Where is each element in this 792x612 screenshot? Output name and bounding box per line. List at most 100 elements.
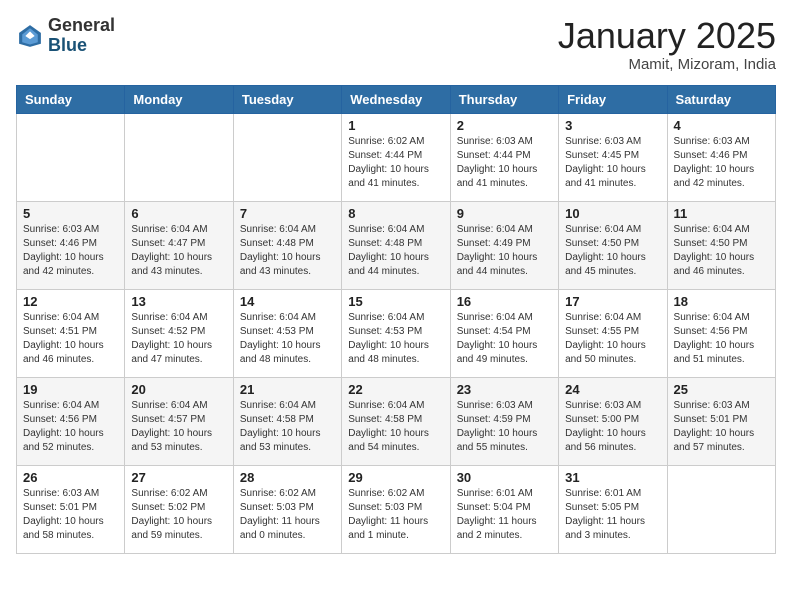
calendar-cell: 19Sunrise: 6:04 AM Sunset: 4:56 PM Dayli… (17, 377, 125, 465)
day-number: 1 (348, 118, 443, 133)
day-number: 15 (348, 294, 443, 309)
day-info: Sunrise: 6:04 AM Sunset: 4:49 PM Dayligh… (457, 223, 552, 279)
calendar-cell: 8 Sunrise: 6:04 AM Sunset: 4:48 PM Daylig… (342, 201, 450, 289)
calendar-cell: 14Sunrise: 6:04 AM Sunset: 4:53 PM Dayli… (233, 289, 341, 377)
calendar-cell: 18 Sunrise: 6:04 AM Sunset: 4:56 PM Dayli… (667, 289, 775, 377)
calendar-cell: 26 Sunrise: 6:03 AM Sunset: 5:01 PM Dayli… (17, 465, 125, 553)
day-info: Sunrise: 6:03 AM Sunset: 4:45 PM Dayligh… (565, 135, 660, 191)
calendar-cell: 15 Sunrise: 6:04 AM Sunset: 4:53 PM Dayli… (342, 289, 450, 377)
day-info: Sunrise: 6:04 AM Sunset: 4:58 PM Dayligh… (348, 399, 443, 455)
day-info: Sunrise: 6:03 AM Sunset: 5:00 PM Dayligh… (565, 399, 660, 455)
day-info: Sunrise: 6:04 AM Sunset: 4:52 PM Dayligh… (131, 311, 226, 367)
day-number: 27 (131, 470, 226, 485)
calendar-cell (17, 113, 125, 201)
day-number: 11 (674, 206, 769, 221)
calendar-cell: 4Sunrise: 6:03 AM Sunset: 4:46 PM Daylig… (667, 113, 775, 201)
day-info: Sunrise: 6:02 AM Sunset: 5:03 PM Dayligh… (348, 487, 443, 543)
day-info: Sunrise: 6:04 AM Sunset: 4:54 PM Dayligh… (457, 311, 552, 367)
day-number: 26 (23, 470, 118, 485)
column-header-tuesday: Tuesday (233, 85, 341, 113)
day-info: Sunrise: 6:04 AM Sunset: 4:53 PM Dayligh… (348, 311, 443, 367)
day-info: Sunrise: 6:04 AM Sunset: 4:58 PM Dayligh… (240, 399, 335, 455)
logo: General Blue (16, 16, 115, 56)
day-info: Sunrise: 6:03 AM Sunset: 4:46 PM Dayligh… (674, 135, 769, 191)
day-info: Sunrise: 6:04 AM Sunset: 4:50 PM Dayligh… (674, 223, 769, 279)
day-number: 23 (457, 382, 552, 397)
day-info: Sunrise: 6:01 AM Sunset: 5:04 PM Dayligh… (457, 487, 552, 543)
day-number: 12 (23, 294, 118, 309)
day-info: Sunrise: 6:04 AM Sunset: 4:56 PM Dayligh… (23, 399, 118, 455)
calendar-cell: 25Sunrise: 6:03 AM Sunset: 5:01 PM Dayli… (667, 377, 775, 465)
calendar-cell: 12 Sunrise: 6:04 AM Sunset: 4:51 PM Dayli… (17, 289, 125, 377)
calendar-cell: 3 Sunrise: 6:03 AM Sunset: 4:45 PM Daylig… (559, 113, 667, 201)
calendar-week-row: 26 Sunrise: 6:03 AM Sunset: 5:01 PM Dayli… (17, 465, 776, 553)
day-number: 28 (240, 470, 335, 485)
title-block: January 2025 Mamit, Mizoram, India (558, 16, 776, 73)
day-number: 29 (348, 470, 443, 485)
calendar-cell: 29 Sunrise: 6:02 AM Sunset: 5:03 PM Dayli… (342, 465, 450, 553)
day-number: 8 (348, 206, 443, 221)
column-header-monday: Monday (125, 85, 233, 113)
day-info: Sunrise: 6:03 AM Sunset: 4:59 PM Dayligh… (457, 399, 552, 455)
day-info: Sunrise: 6:04 AM Sunset: 4:48 PM Dayligh… (240, 223, 335, 279)
day-info: Sunrise: 6:02 AM Sunset: 5:02 PM Dayligh… (131, 487, 226, 543)
day-info: Sunrise: 6:04 AM Sunset: 4:47 PM Dayligh… (131, 223, 226, 279)
calendar-cell: 16Sunrise: 6:04 AM Sunset: 4:54 PM Dayli… (450, 289, 558, 377)
day-number: 17 (565, 294, 660, 309)
calendar-cell: 1 Sunrise: 6:02 AM Sunset: 4:44 PM Daylig… (342, 113, 450, 201)
day-number: 5 (23, 206, 118, 221)
calendar-cell: 22 Sunrise: 6:04 AM Sunset: 4:58 PM Dayli… (342, 377, 450, 465)
day-number: 10 (565, 206, 660, 221)
day-number: 2 (457, 118, 552, 133)
calendar-cell: 24 Sunrise: 6:03 AM Sunset: 5:00 PM Dayli… (559, 377, 667, 465)
day-number: 25 (674, 382, 769, 397)
calendar-cell: 13Sunrise: 6:04 AM Sunset: 4:52 PM Dayli… (125, 289, 233, 377)
calendar-cell: 2Sunrise: 6:03 AM Sunset: 4:44 PM Daylig… (450, 113, 558, 201)
calendar-week-row: 12 Sunrise: 6:04 AM Sunset: 4:51 PM Dayli… (17, 289, 776, 377)
logo-icon (16, 22, 44, 50)
day-info: Sunrise: 6:03 AM Sunset: 5:01 PM Dayligh… (23, 487, 118, 543)
day-number: 22 (348, 382, 443, 397)
calendar-cell: 21 Sunrise: 6:04 AM Sunset: 4:58 PM Dayli… (233, 377, 341, 465)
calendar-week-row: 1 Sunrise: 6:02 AM Sunset: 4:44 PM Daylig… (17, 113, 776, 201)
column-header-wednesday: Wednesday (342, 85, 450, 113)
day-info: Sunrise: 6:04 AM Sunset: 4:48 PM Dayligh… (348, 223, 443, 279)
day-info: Sunrise: 6:04 AM Sunset: 4:50 PM Dayligh… (565, 223, 660, 279)
day-number: 21 (240, 382, 335, 397)
calendar-cell: 28 Sunrise: 6:02 AM Sunset: 5:03 PM Dayli… (233, 465, 341, 553)
day-info: Sunrise: 6:02 AM Sunset: 5:03 PM Dayligh… (240, 487, 335, 543)
day-info: Sunrise: 6:01 AM Sunset: 5:05 PM Dayligh… (565, 487, 660, 543)
day-number: 20 (131, 382, 226, 397)
calendar-cell: 10 Sunrise: 6:04 AM Sunset: 4:50 PM Dayli… (559, 201, 667, 289)
page-header: General Blue January 2025 Mamit, Mizoram… (16, 16, 776, 73)
day-number: 18 (674, 294, 769, 309)
calendar-cell: 7 Sunrise: 6:04 AM Sunset: 4:48 PM Daylig… (233, 201, 341, 289)
day-number: 9 (457, 206, 552, 221)
day-info: Sunrise: 6:02 AM Sunset: 4:44 PM Dayligh… (348, 135, 443, 191)
calendar-cell: 11 Sunrise: 6:04 AM Sunset: 4:50 PM Dayli… (667, 201, 775, 289)
day-number: 3 (565, 118, 660, 133)
calendar-cell: 17 Sunrise: 6:04 AM Sunset: 4:55 PM Dayli… (559, 289, 667, 377)
calendar-cell (667, 465, 775, 553)
calendar-header-row: SundayMondayTuesdayWednesdayThursdayFrid… (17, 85, 776, 113)
day-number: 7 (240, 206, 335, 221)
day-info: Sunrise: 6:04 AM Sunset: 4:55 PM Dayligh… (565, 311, 660, 367)
calendar-cell (233, 113, 341, 201)
calendar-cell (125, 113, 233, 201)
day-number: 6 (131, 206, 226, 221)
logo-text: General Blue (48, 16, 115, 56)
day-info: Sunrise: 6:04 AM Sunset: 4:56 PM Dayligh… (674, 311, 769, 367)
calendar-cell: 27 Sunrise: 6:02 AM Sunset: 5:02 PM Dayli… (125, 465, 233, 553)
day-number: 24 (565, 382, 660, 397)
day-info: Sunrise: 6:04 AM Sunset: 4:51 PM Dayligh… (23, 311, 118, 367)
calendar-cell: 9 Sunrise: 6:04 AM Sunset: 4:49 PM Daylig… (450, 201, 558, 289)
calendar-cell: 20Sunrise: 6:04 AM Sunset: 4:57 PM Dayli… (125, 377, 233, 465)
day-info: Sunrise: 6:04 AM Sunset: 4:53 PM Dayligh… (240, 311, 335, 367)
day-number: 31 (565, 470, 660, 485)
calendar-table: SundayMondayTuesdayWednesdayThursdayFrid… (16, 85, 776, 554)
calendar-cell: 23 Sunrise: 6:03 AM Sunset: 4:59 PM Dayli… (450, 377, 558, 465)
calendar-cell: 5Sunrise: 6:03 AM Sunset: 4:46 PM Daylig… (17, 201, 125, 289)
month-title: January 2025 (558, 16, 776, 56)
calendar-week-row: 5Sunrise: 6:03 AM Sunset: 4:46 PM Daylig… (17, 201, 776, 289)
column-header-friday: Friday (559, 85, 667, 113)
